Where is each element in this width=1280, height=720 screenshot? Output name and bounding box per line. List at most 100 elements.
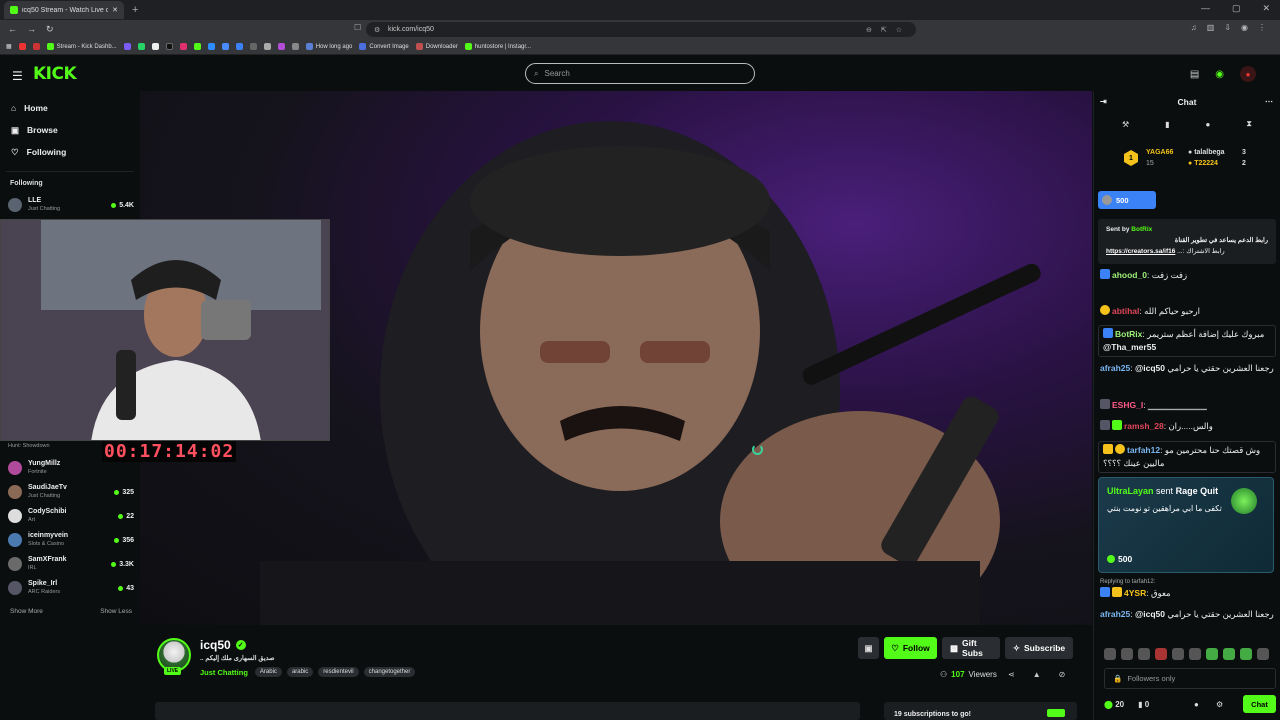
twitch-icon[interactable] (123, 43, 131, 50)
maximize-icon[interactable]: ▢ (1232, 3, 1241, 14)
share-icon[interactable]: ⋖ (1008, 670, 1015, 679)
bookmark-convert-image[interactable]: Convert Image (359, 43, 409, 50)
settings-icon[interactable]: ⚙ (1216, 700, 1223, 709)
stream-tag[interactable]: resdientevil (318, 667, 359, 677)
stream-tag[interactable]: Arabic (254, 667, 282, 677)
kick-points-icon[interactable]: ◉ (1215, 69, 1224, 80)
close-window-icon[interactable]: ✕ (1262, 3, 1270, 14)
hourglass-icon[interactable]: ⧗ (1246, 119, 1252, 129)
show-more-link[interactable]: Show More (10, 608, 43, 615)
reload-icon[interactable]: ↻ (46, 24, 54, 35)
x-icon[interactable] (151, 43, 159, 50)
bookmark-icon[interactable] (235, 43, 243, 50)
stream-tag[interactable]: arabic (286, 667, 314, 677)
points-icon: ⬤ (1104, 699, 1113, 709)
bookmark-icon[interactable] (277, 43, 285, 50)
subscribe-button[interactable]: ✧ Subscribe (1005, 637, 1073, 659)
star-icon: ✧ (1012, 642, 1021, 653)
minimize-icon[interactable]: — (1201, 3, 1210, 14)
bookmark-icon[interactable]: ☆ (896, 26, 902, 34)
emote-icon[interactable] (1257, 648, 1269, 660)
tiktok-icon[interactable] (165, 43, 173, 50)
bookmark-how-long-ago[interactable]: How long ago (305, 43, 352, 50)
live-badge: LIVE (164, 667, 182, 675)
emote-icon[interactable] (1121, 648, 1133, 660)
user-avatar[interactable]: ● (1240, 66, 1256, 82)
streamer-name[interactable]: icq50 (200, 638, 231, 652)
emote-icon[interactable] (1206, 648, 1218, 660)
search-input[interactable]: ⌕ Search (525, 63, 755, 84)
emote-icon[interactable] (1189, 648, 1201, 660)
hamburger-menu-icon[interactable]: ☰ (12, 69, 23, 83)
followed-channel[interactable]: CodySchibi Art 22 (8, 506, 134, 526)
follow-button[interactable]: ♡ Follow (884, 637, 937, 659)
kick-icon[interactable] (193, 43, 201, 50)
drops-count[interactable]: 0 (1145, 700, 1149, 709)
zoom-icon[interactable]: ⊖ (866, 26, 872, 34)
store-icon[interactable]: ▤ (1190, 69, 1199, 80)
sidebar-item-home[interactable]: ⌂ Home (0, 97, 140, 119)
mod-hammer-icon[interactable]: ⚒ (1122, 120, 1129, 129)
bookmark-huntostore[interactable]: huntostore | Instagr... (464, 43, 531, 50)
emote-icon[interactable] (1240, 648, 1252, 660)
bookmark-icon[interactable] (221, 43, 229, 50)
gift-subs-button[interactable]: ▩ Gift Subs (942, 637, 1000, 659)
followed-channel[interactable]: SamXFrank IRL 3.3K (8, 554, 134, 574)
browser-tab[interactable]: icq50 Stream - Watch Live on Ki ✕ (4, 1, 124, 19)
kick-logo[interactable]: KICK (33, 64, 77, 84)
sidebar-item-following[interactable]: ♡ Following (0, 141, 140, 163)
back-icon[interactable]: ← (8, 24, 17, 35)
stream-tag[interactable]: changetogether (363, 667, 416, 677)
collapse-chat-icon[interactable]: ⇥ (1100, 91, 1107, 113)
chat-menu-icon[interactable]: ⋯ (1265, 91, 1273, 113)
points-count[interactable]: 20 (1115, 700, 1124, 709)
emoji-icon[interactable]: ● (1194, 700, 1199, 709)
share-icon[interactable]: ⇱ (881, 26, 887, 34)
instagram-icon[interactable] (179, 43, 187, 50)
extensions-toolbar: ♫ ▥ ⇩ ◉ ⋮ (1191, 23, 1266, 32)
bookmark-star-icon[interactable]: ☐ (354, 23, 361, 32)
followed-channel[interactable]: iceinmyvein Slots & Casino 356 (8, 530, 134, 550)
followed-channel[interactable]: SaudiJaeTv Just Chatting 325 (8, 482, 134, 502)
send-chat-button[interactable]: Chat (1243, 695, 1276, 713)
emote-icon[interactable] (1155, 648, 1167, 660)
sidebar-item-browse[interactable]: ▣ Browse (0, 119, 140, 141)
trash-icon[interactable]: ▮ (1165, 120, 1169, 129)
bookmark-downloader[interactable]: Downloader (415, 43, 458, 50)
pinned-link[interactable]: https://creators.sa/if16 (1106, 248, 1175, 255)
close-tab-icon[interactable]: ✕ (112, 6, 118, 14)
heart-icon: ♡ (11, 146, 19, 157)
bookmark-icon[interactable] (32, 43, 40, 50)
github-icon[interactable] (249, 43, 257, 50)
profile-icon[interactable]: ◉ (1241, 23, 1248, 32)
whatsapp-icon[interactable] (137, 43, 145, 50)
new-tab-icon[interactable]: + (132, 4, 138, 16)
sidebar-icon[interactable]: ▥ (1207, 23, 1215, 32)
bookmark-icon[interactable] (207, 43, 215, 50)
bookmark-kick-dashboard[interactable]: Stream - Kick Dashb... (46, 43, 117, 50)
chat-bubble-icon[interactable]: ● (1206, 120, 1211, 129)
hide-icon[interactable]: ⊘ (1059, 670, 1066, 679)
report-icon[interactable]: ▲ (1033, 670, 1041, 679)
bookmark-icon[interactable] (291, 43, 299, 50)
clip-button[interactable]: ▣ (858, 637, 879, 659)
emote-icon[interactable] (1138, 648, 1150, 660)
extension-icon[interactable]: ♫ (1191, 23, 1197, 32)
followed-channel[interactable]: LLE Just Chatting 5.4K (8, 195, 134, 215)
bookmark-icon[interactable] (263, 43, 271, 50)
youtube-icon[interactable] (18, 43, 26, 50)
show-less-link[interactable]: Show Less (100, 608, 132, 615)
stream-category[interactable]: Just Chatting (200, 668, 248, 677)
site-info-icon[interactable]: ⚙ (374, 26, 380, 34)
menu-icon[interactable]: ⋮ (1258, 23, 1266, 32)
forward-icon[interactable]: → (27, 24, 36, 35)
chat-input[interactable]: 🔒 Followers only (1104, 668, 1276, 689)
emote-icon[interactable] (1104, 648, 1116, 660)
url-field[interactable]: ⚙ kick.com/icq50 ⊖ ⇱ ☆ (366, 22, 916, 37)
downloads-icon[interactable]: ⇩ (1224, 23, 1231, 32)
followed-channel[interactable]: Spike_Irl ARC Raiders 43 (8, 578, 134, 598)
pinned-points-pill[interactable]: 500 (1098, 191, 1156, 209)
emote-icon[interactable] (1223, 648, 1235, 660)
apps-icon[interactable]: ▦ (6, 43, 12, 50)
emote-icon[interactable] (1172, 648, 1184, 660)
